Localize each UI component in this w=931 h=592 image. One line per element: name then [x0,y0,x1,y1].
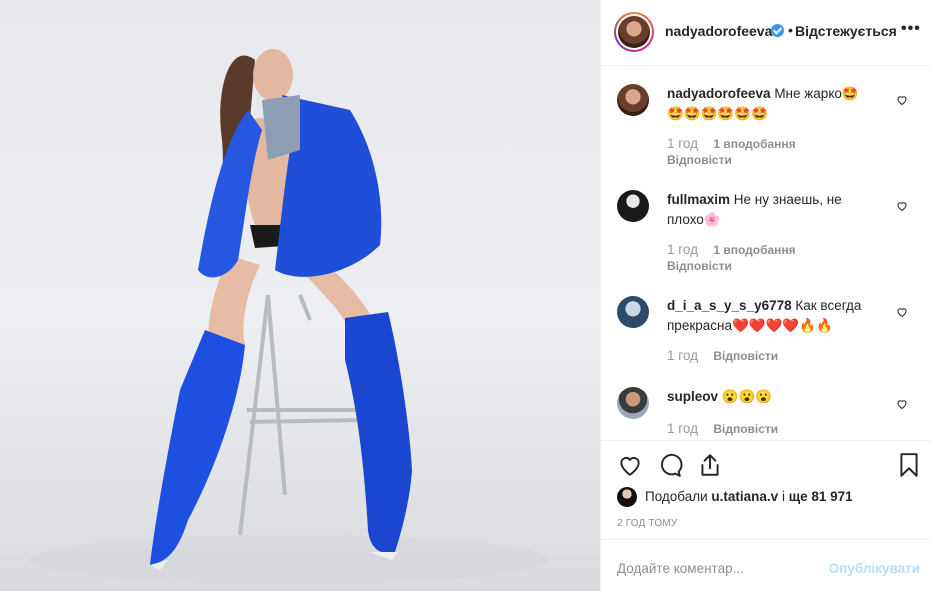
instagram-post: nadyadorofeeva • Відстежується ••• nadya… [0,0,931,591]
comment-username[interactable]: d_i_a_s_y_s_y6778 [667,298,792,313]
verified-badge-icon [771,24,784,37]
comment-time[interactable]: 1 год [667,348,698,363]
bookmark-icon[interactable] [898,452,920,478]
comment-body: Как всегда [795,298,862,313]
post-header: nadyadorofeeva • Відстежується ••• [601,0,931,66]
comment-text: d_i_a_s_y_s_y6778 Как всегда прекрасна❤️… [667,296,877,336]
avatar[interactable] [617,296,649,328]
comment-input[interactable]: Додайте коментар... [617,561,744,576]
comment-likes[interactable]: 1 вподобання [713,137,795,151]
comment-meta: 1 год 1 вподобання [667,242,796,257]
avatar [618,16,650,48]
comment-time[interactable]: 1 год [667,136,698,151]
comment-username[interactable]: fullmaxim [667,192,730,207]
comment-meta: 1 год 1 вподобання [667,136,796,151]
comment-bubble-icon[interactable] [657,452,683,478]
post-timestamp[interactable]: 2 ГОД ТОМУ [617,518,677,529]
like-comment-heart-icon[interactable] [896,398,908,410]
comment-body: Мне жарко🤩 [774,86,859,101]
actions-divider [601,440,931,442]
like-comment-heart-icon[interactable] [896,94,908,106]
photo-illustration [30,49,550,585]
like-heart-icon[interactable] [617,452,643,478]
publish-button[interactable]: Опублікувати [829,561,920,576]
reply-button[interactable]: Відповісти [713,422,778,436]
post-sidebar: nadyadorofeeva • Відстежується ••• nadya… [600,0,931,591]
story-ring-avatar[interactable] [614,12,654,52]
comment-body-line2: плохо🌸 [667,212,721,227]
liker-username[interactable]: u.tatiana.v [711,489,778,504]
avatar[interactable] [617,387,649,419]
likes-mid: і [778,489,789,504]
likes-count[interactable]: ще 81 971 [789,489,853,504]
comment-body: 😮😮😮 [721,389,773,404]
follow-status-button[interactable]: Відстежується [795,23,897,39]
likes-prefix: Подобали [645,489,712,504]
comment-body-line2: 🤩🤩🤩🤩🤩🤩 [667,106,768,121]
comment-time[interactable]: 1 год [667,421,698,436]
reply-button[interactable]: Відповісти [667,259,732,273]
comment-body: Не ну знаешь, не [733,192,842,207]
like-comment-heart-icon[interactable] [896,306,908,318]
comment-text: nadyadorofeeva Мне жарко🤩 🤩🤩🤩🤩🤩🤩 [667,84,877,124]
avatar[interactable] [617,190,649,222]
comment-text: supleov 😮😮😮 [667,387,877,407]
comment-body-line2: прекрасна❤️❤️❤️❤️🔥🔥 [667,318,833,333]
comments-list[interactable]: nadyadorofeeva Мне жарко🤩 🤩🤩🤩🤩🤩🤩 1 год 1… [601,67,931,439]
comment-time[interactable]: 1 год [667,242,698,257]
like-comment-heart-icon[interactable] [896,200,908,212]
reply-button[interactable]: Відповісти [713,349,778,363]
share-icon[interactable] [697,452,723,478]
add-comment-bar: Додайте коментар... Опублікувати [601,539,931,592]
comment-username[interactable]: nadyadorofeeva [667,86,771,101]
comment-meta: 1 год Відповісти [667,421,778,436]
boot-left [150,330,245,565]
post-photo[interactable] [0,0,600,591]
header-separator: • [788,22,793,38]
reply-button[interactable]: Відповісти [667,153,732,167]
boot-right [345,312,412,554]
avatar[interactable] [617,84,649,116]
comment-username[interactable]: supleov [667,389,718,404]
liker-avatar[interactable] [617,487,637,507]
comment-likes[interactable]: 1 вподобання [713,243,795,257]
comment-meta: 1 год Відповісти [667,348,778,363]
comment-text: fullmaxim Не ну знаешь, не плохо🌸 [667,190,877,230]
stool [238,294,363,536]
header-username[interactable]: nadyadorofeeva [665,23,772,39]
face [253,49,293,101]
more-options-icon[interactable]: ••• [901,20,921,38]
